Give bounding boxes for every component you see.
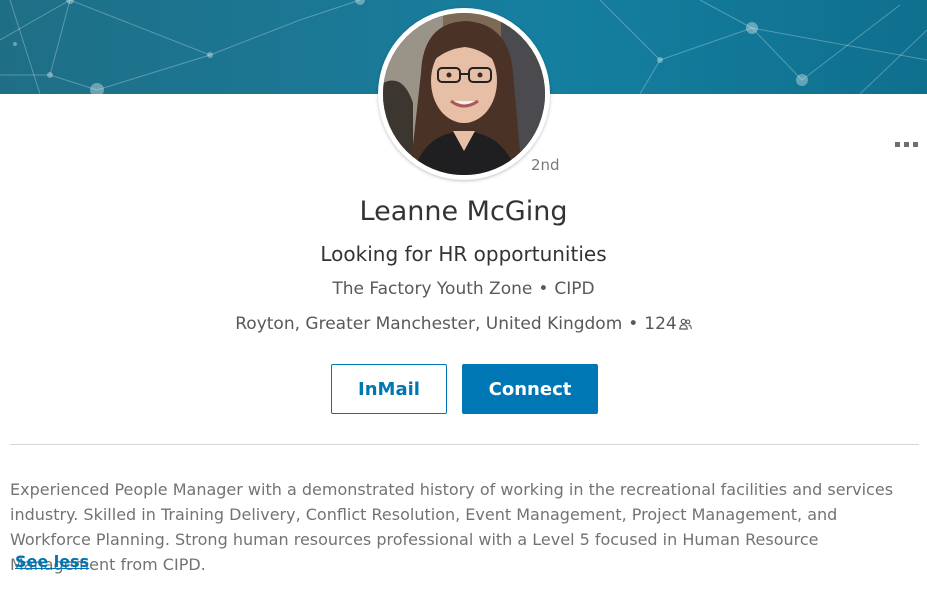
profile-photo [383, 13, 545, 175]
profile-card: 2nd Leanne McGing Looking for HR opportu… [0, 0, 927, 590]
more-options-icon [893, 141, 920, 147]
location-line: Royton, Greater Manchester, United Kingd… [0, 314, 927, 335]
profile-summary: Experienced People Manager with a demons… [10, 480, 894, 574]
connections-icon [678, 315, 692, 335]
current-company[interactable]: The Factory Youth Zone [332, 279, 532, 299]
separator: • [538, 279, 549, 299]
company-education-line: The Factory Youth Zone • CIPD [0, 279, 927, 299]
connection-degree: 2nd [531, 156, 560, 174]
see-less-link[interactable]: See less [15, 552, 89, 571]
profile-headline: Looking for HR opportunities [320, 242, 607, 266]
avatar[interactable] [383, 13, 545, 175]
separator: • [628, 314, 639, 334]
profile-photo-frame [378, 8, 550, 180]
divider [10, 444, 919, 445]
education[interactable]: CIPD [554, 279, 594, 299]
profile-name: Leanne McGing [359, 196, 568, 227]
connections-count[interactable]: 124 [644, 314, 676, 334]
location: Royton, Greater Manchester, United Kingd… [235, 314, 623, 334]
inmail-button[interactable]: InMail [331, 364, 447, 414]
more-options-button[interactable] [891, 134, 921, 154]
connect-button[interactable]: Connect [462, 364, 598, 414]
